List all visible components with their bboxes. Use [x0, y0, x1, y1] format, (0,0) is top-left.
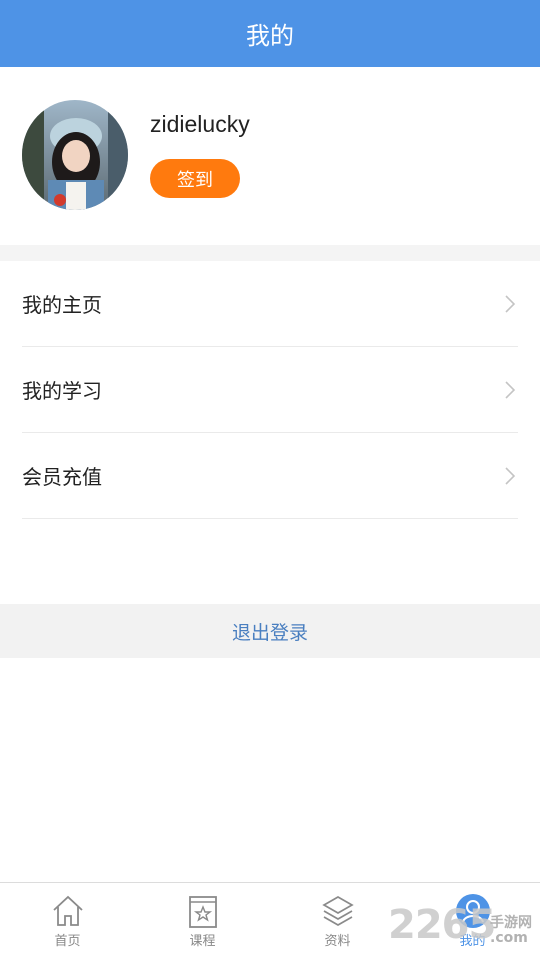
menu-item-my-learning[interactable]: 我的学习: [22, 347, 518, 433]
tab-label: 课程: [189, 934, 216, 949]
avatar-photo: [22, 100, 128, 210]
logout-label: 退出登录: [231, 621, 308, 644]
menu-list: 我的主页 我的学习 会员充值: [0, 261, 540, 519]
bottom-tab-bar: 首页 课程 资料 我的: [0, 882, 540, 961]
menu-item-label: 会员充值: [22, 465, 102, 489]
header-bar: 我的: [0, 0, 540, 67]
chevron-right-icon: [505, 466, 516, 485]
tab-materials[interactable]: 资料: [270, 883, 405, 961]
tab-home[interactable]: 首页: [0, 883, 135, 961]
section-divider: [0, 245, 540, 261]
course-book-icon: [188, 896, 217, 928]
chevron-right-icon: [505, 380, 516, 399]
tab-label: 我的: [459, 934, 486, 949]
chevron-right-icon: [505, 294, 516, 313]
username: zidielucky: [150, 111, 250, 137]
menu-item-membership-recharge[interactable]: 会员充值: [22, 433, 518, 519]
menu-item-label: 我的主页: [22, 293, 102, 317]
logout-button[interactable]: 退出登录: [0, 604, 540, 658]
profile-section: zidielucky 签到: [0, 67, 540, 245]
tab-label: 资料: [324, 934, 351, 949]
tab-mine[interactable]: 我的: [405, 883, 540, 961]
menu-item-homepage[interactable]: 我的主页: [22, 261, 518, 347]
home-icon: [52, 895, 83, 926]
user-icon: [455, 894, 490, 928]
menu-item-label: 我的学习: [22, 379, 102, 403]
layers-icon: [321, 896, 354, 926]
tab-label: 首页: [54, 934, 81, 949]
avatar[interactable]: [22, 100, 128, 210]
signin-button[interactable]: 签到: [150, 159, 240, 198]
tab-course[interactable]: 课程: [135, 883, 270, 961]
page-title: 我的: [246, 22, 294, 50]
